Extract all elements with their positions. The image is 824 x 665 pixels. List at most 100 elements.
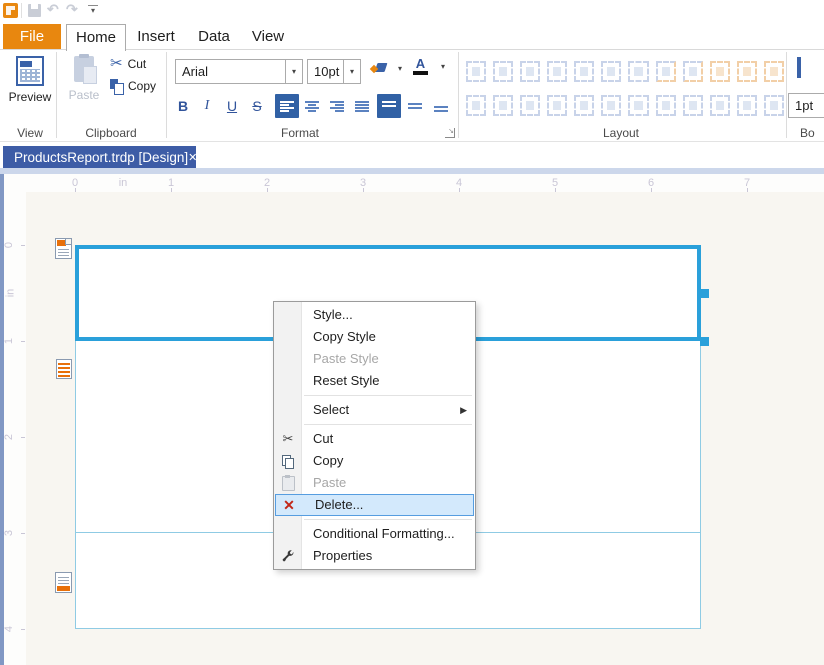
same-height-icon[interactable] [574,95,594,116]
submenu-arrow-icon: ▶ [460,399,467,421]
divider [21,3,22,18]
align-center-button[interactable] [300,94,324,118]
remove-vertical-spacing-icon[interactable] [656,95,676,116]
tab-home[interactable]: Home [66,24,126,51]
decrease-horizontal-spacing-icon[interactable] [520,95,540,116]
align-middles-icon[interactable] [601,61,621,82]
menu-item-properties[interactable]: Properties [274,545,475,567]
paste-button[interactable]: Paste [64,56,104,102]
align-bottoms-icon[interactable] [628,61,648,82]
document-tab[interactable]: ProductsReport.trdp [Design] ✕ [3,146,196,168]
same-size-icon[interactable] [683,95,703,116]
align-to-grid-icon[interactable] [466,61,486,82]
menu-item-style[interactable]: Style... [274,304,475,326]
menu-item-select[interactable]: Select ▶ [274,399,475,421]
bold-button[interactable]: B [171,94,195,118]
ruler-tick [75,188,76,192]
align-center-icon [305,101,319,112]
border-width-value: 1pt [789,98,824,113]
cut-button[interactable]: ✂ Cut [110,56,146,72]
tab-insert[interactable]: Insert [129,24,183,49]
chevron-down-icon[interactable]: ▾ [343,60,360,83]
menu-item-cut[interactable]: ✂ Cut [274,428,475,450]
remove-horizontal-spacing-icon[interactable] [547,95,567,116]
menu-item-delete[interactable]: ✕ Delete... [275,494,474,516]
font-color-button[interactable]: A ▾ [413,58,449,75]
chevron-down-icon[interactable]: ▾ [285,60,302,83]
ruler-tick [21,245,25,246]
menu-item-reset-style[interactable]: Reset Style [274,370,475,392]
divider [166,52,167,138]
chevron-down-icon[interactable]: ▾ [437,62,449,71]
center-horizontally-icon[interactable] [737,61,757,82]
detail-section-icon[interactable] [56,359,72,379]
paste-label: Paste [69,88,100,102]
valign-top-button[interactable] [377,94,401,118]
redo-icon[interactable]: ↷ [66,2,78,16]
group-label-view: View [2,126,58,140]
undo-icon[interactable]: ↶ [47,2,59,16]
align-justify-button[interactable] [350,94,374,118]
ruler-tick [21,437,25,438]
strikethrough-button[interactable]: S [245,94,269,118]
center-in-section-icon[interactable] [710,61,730,82]
page-header-section-icon[interactable] [55,238,72,259]
border-style-button[interactable] [797,59,801,77]
tab-file[interactable]: File [3,24,61,49]
quick-access-more-icon[interactable]: ▾ [88,5,98,16]
preview-label: Preview [9,90,52,104]
save-icon[interactable] [28,4,41,17]
decrease-vertical-spacing-icon[interactable] [628,95,648,116]
menu-item-paste: Paste [274,472,475,494]
align-centers-icon[interactable] [520,61,540,82]
border-width-combobox[interactable]: 1pt [788,93,824,118]
chevron-down-icon[interactable]: ▾ [394,64,406,73]
align-tops-icon[interactable] [574,61,594,82]
preview-button[interactable]: Preview [8,56,52,104]
increase-horizontal-spacing-icon[interactable] [493,95,513,116]
align-rights-icon[interactable] [547,61,567,82]
group-label-borders: Bo [800,126,824,140]
title-bar: ↶ ↷ ▾ [0,0,824,22]
tab-data[interactable]: Data [191,24,237,49]
font-family-combobox[interactable]: Arial ▾ [175,59,303,84]
size-to-content-icon[interactable] [710,95,730,116]
font-size-combobox[interactable]: 10pt ▾ [307,59,361,84]
align-left-button[interactable] [275,94,299,118]
cut-scissors-icon: ✂ [110,56,123,72]
menu-item-copy-style[interactable]: Copy Style [274,326,475,348]
increase-vertical-spacing-icon[interactable] [601,95,621,116]
ruler-label: 1 [3,338,15,344]
tab-view[interactable]: View [245,24,291,49]
center-vertically-icon[interactable] [764,61,784,82]
copy-button[interactable]: Copy [110,79,156,93]
page-footer-section-icon[interactable] [55,572,72,593]
close-icon[interactable]: ✕ [188,151,197,164]
send-to-back-icon[interactable] [764,95,784,116]
resize-handle-bottom-right[interactable] [700,337,709,346]
underline-button[interactable]: U [220,94,244,118]
delete-x-icon: ✕ [280,494,298,516]
valign-bottom-button[interactable] [429,94,453,118]
scissors-icon: ✂ [279,428,297,450]
copy-label: Copy [128,79,156,93]
bring-to-front-icon[interactable] [737,95,757,116]
format-dialog-launcher-icon[interactable]: ↘ [445,128,455,138]
ruler-label: 0 [3,242,15,248]
ruler-label: 4 [3,626,15,632]
valign-center-button[interactable] [403,94,427,118]
italic-button[interactable]: I [195,94,219,118]
ruler-tick [555,188,556,192]
menu-item-conditional-formatting[interactable]: Conditional Formatting... [274,523,475,545]
align-right-button[interactable] [325,94,349,118]
ruler-tick [21,533,25,534]
ruler-tick [267,188,268,192]
background-color-button[interactable]: ▾ [371,62,406,74]
size-to-grid-icon[interactable] [683,61,703,82]
copy-icon [110,79,123,93]
resize-handle-right[interactable] [700,289,709,298]
same-width-icon[interactable] [466,95,486,116]
snap-to-grid-icon[interactable] [656,61,676,82]
menu-item-copy[interactable]: Copy [274,450,475,472]
align-lefts-icon[interactable] [493,61,513,82]
